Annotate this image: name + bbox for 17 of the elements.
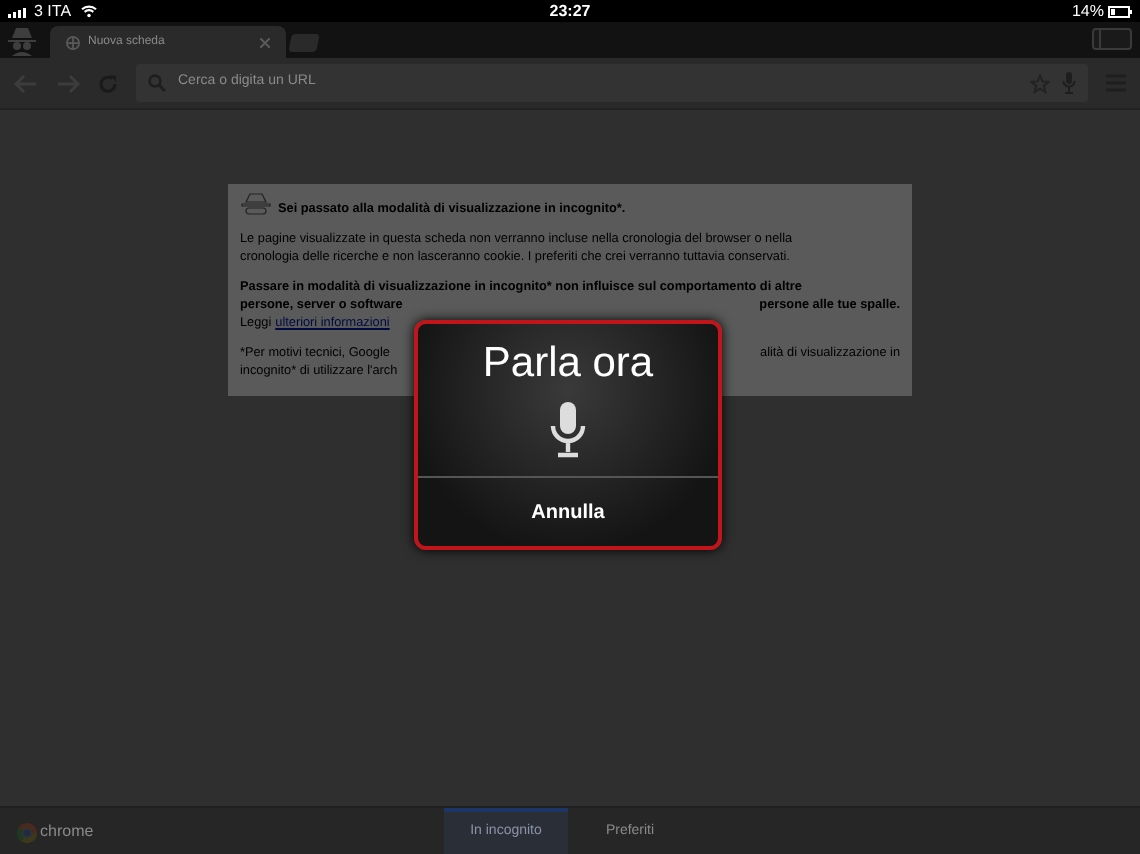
incognito-icon — [6, 26, 38, 56]
cancel-button[interactable]: Annulla — [418, 478, 718, 546]
battery-icon — [1108, 5, 1132, 17]
dialog-title: Parla ora — [482, 342, 654, 384]
signal-icon — [8, 5, 26, 17]
tab-switcher-icon[interactable] — [1092, 28, 1132, 50]
chrome-logo-icon — [16, 821, 38, 843]
incognito-icon — [240, 192, 272, 218]
battery-text: 14% — [1071, 3, 1104, 19]
new-tab-button[interactable] — [288, 34, 320, 52]
globe-icon — [66, 35, 80, 49]
close-icon[interactable] — [260, 37, 270, 47]
microphone-icon — [550, 402, 586, 458]
carrier-text: 3 ITA — [34, 3, 72, 19]
chrome-logo-text: chrome — [40, 820, 94, 844]
clock-text: 23:27 — [549, 3, 591, 19]
wifi-icon — [79, 4, 98, 18]
